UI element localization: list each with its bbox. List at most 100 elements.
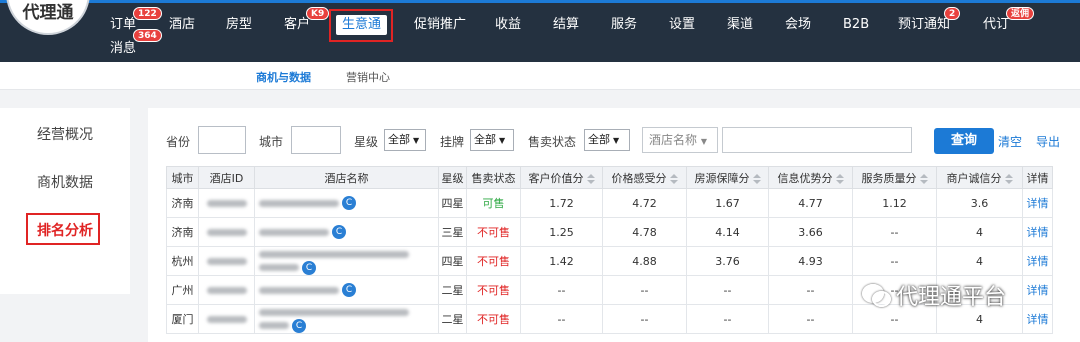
table-header-row: 城市 酒店ID 酒店名称 星级 售卖状态 客户价值分 价格感受分 房源保障分 信…	[166, 166, 1053, 189]
detail-link[interactable]: 详情	[1022, 188, 1053, 218]
cell-hotel-id-redacted	[198, 246, 255, 276]
cell-city: 济南	[166, 217, 199, 247]
sidebar-item-overview[interactable]: 经营概况	[0, 124, 130, 144]
detail-link[interactable]: 详情	[1022, 304, 1053, 334]
nav-venues[interactable]: 会场	[785, 15, 811, 35]
detail-link[interactable]: 详情	[1022, 217, 1053, 247]
top-navigation: 代理通 订单 122 酒店 房型 客户 K9 生意通 促销推广 收益 结算 服务…	[0, 0, 1080, 62]
star-select[interactable]: 全部 ▼	[384, 129, 426, 151]
brand-select[interactable]: 全部 ▼	[470, 129, 514, 151]
cell-hotel-id-redacted	[198, 304, 255, 334]
sidebar-item-ranking[interactable]: 排名分析	[0, 220, 130, 240]
cell-merchant-integrity: 3.6	[936, 188, 1023, 218]
chevron-down-icon: ▼	[613, 136, 620, 145]
nav-service[interactable]: 服务	[611, 15, 637, 35]
nav-settings[interactable]: 设置	[669, 15, 695, 35]
header-price-perception[interactable]: 价格感受分	[602, 166, 687, 189]
logo[interactable]: 代理通	[6, 0, 90, 35]
cell-price-perception: --	[602, 304, 687, 334]
sort-icon[interactable]	[919, 173, 928, 184]
wechat-icon	[862, 284, 891, 307]
nav-room-types[interactable]: 房型	[226, 15, 252, 35]
header-customer-value[interactable]: 客户价值分	[520, 166, 603, 189]
province-input[interactable]	[198, 126, 246, 154]
cell-supply-guarantee: --	[686, 304, 769, 334]
query-button[interactable]: 查询	[934, 128, 994, 154]
nav-orders[interactable]: 订单	[110, 15, 136, 35]
tab-marketing-center[interactable]: 营销中心	[346, 69, 390, 85]
sort-icon[interactable]	[1004, 173, 1013, 184]
detail-link[interactable]: 详情	[1022, 275, 1053, 305]
hotel-brand-icon: C	[342, 283, 356, 297]
redacted-text	[259, 264, 299, 271]
redacted-text	[206, 229, 247, 236]
cell-supply-guarantee: 3.76	[686, 246, 769, 276]
cell-merchant-integrity: 4	[936, 246, 1023, 276]
sort-icon[interactable]	[586, 173, 595, 184]
nav-customers[interactable]: 客户	[284, 15, 310, 35]
nav-booking-notice[interactable]: 预订通知	[898, 15, 950, 35]
cell-customer-value: --	[520, 304, 603, 334]
cell-hotel-name-redacted: C	[254, 188, 439, 218]
nav-channels[interactable]: 渠道	[727, 15, 753, 35]
sale-status-select[interactable]: 全部 ▼	[584, 129, 630, 151]
sort-icon[interactable]	[835, 173, 844, 184]
cell-star: 二星	[438, 304, 467, 334]
cell-service-quality: --	[852, 246, 937, 276]
header-merchant-integrity[interactable]: 商户诚信分	[936, 166, 1023, 189]
header-label: 信息优势分	[777, 171, 833, 185]
cell-info-advantage: --	[768, 275, 853, 305]
cell-hotel-id-redacted	[198, 188, 255, 218]
nav-revenue[interactable]: 收益	[495, 15, 521, 35]
redacted-text	[206, 200, 247, 207]
cell-city: 厦门	[166, 304, 199, 334]
hotel-name-input[interactable]	[722, 127, 912, 153]
nav-b2b[interactable]: B2B	[843, 15, 869, 35]
nav-hotels[interactable]: 酒店	[169, 15, 195, 35]
cell-sale-status: 可售	[466, 188, 521, 218]
nav-promotion[interactable]: 促销推广	[414, 15, 466, 35]
hotel-field-select[interactable]: 酒店名称 ▼	[642, 127, 718, 153]
hotel-brand-icon: C	[332, 225, 346, 239]
sort-icon[interactable]	[669, 173, 678, 184]
city-input[interactable]	[291, 126, 341, 154]
nav-messages[interactable]: 消息	[110, 39, 136, 59]
cell-info-advantage: 4.77	[768, 188, 853, 218]
tab-business-data[interactable]: 商机与数据	[256, 69, 311, 85]
cell-sale-status: 不可售	[466, 304, 521, 334]
header-supply-guarantee[interactable]: 房源保障分	[686, 166, 769, 189]
brand-label: 挂牌	[440, 135, 465, 149]
proxy-booking-badge: 返佣	[1006, 7, 1035, 20]
nav-settlement[interactable]: 结算	[553, 15, 579, 35]
nav-proxy-booking[interactable]: 代订	[983, 15, 1009, 35]
logo-text: 代理通	[22, 3, 74, 23]
nav-business-insights[interactable]: 生意通	[336, 15, 388, 35]
redacted-text	[259, 251, 409, 258]
cell-supply-guarantee: 4.14	[686, 217, 769, 247]
detail-link[interactable]: 详情	[1022, 246, 1053, 276]
table-row: 济南 C 三星 不可售 1.25 4.78 4.14 3.66 -- 4 详情	[166, 217, 1053, 247]
cell-merchant-integrity: 4	[936, 217, 1023, 247]
cell-star: 四星	[438, 246, 467, 276]
sort-icon[interactable]	[752, 173, 761, 184]
hotel-brand-icon: C	[302, 260, 316, 275]
export-link[interactable]: 导出	[1036, 133, 1060, 150]
star-label: 星级	[354, 135, 379, 149]
redacted-text	[259, 309, 409, 316]
cell-price-perception: 4.72	[602, 188, 687, 218]
cell-city: 杭州	[166, 246, 199, 276]
redacted-text	[206, 258, 247, 265]
chevron-down-icon: ▼	[499, 136, 506, 145]
brand-select-value: 全部	[474, 133, 496, 146]
hotel-brand-icon: C	[292, 318, 306, 333]
header-service-quality[interactable]: 服务质量分	[852, 166, 937, 189]
clear-link[interactable]: 清空	[998, 133, 1022, 150]
sidebar-item-opportunity-data[interactable]: 商机数据	[0, 172, 130, 192]
table-row: 杭州 C 四星 不可售 1.42 4.88 3.76 4.93 -- 4 详情	[166, 246, 1053, 276]
cell-customer-value: 1.25	[520, 217, 603, 247]
header-info-advantage[interactable]: 信息优势分	[768, 166, 853, 189]
cell-city: 济南	[166, 188, 199, 218]
sale-status-value: 全部	[588, 133, 610, 146]
cell-hotel-id-redacted	[198, 217, 255, 247]
cell-city: 广州	[166, 275, 199, 305]
